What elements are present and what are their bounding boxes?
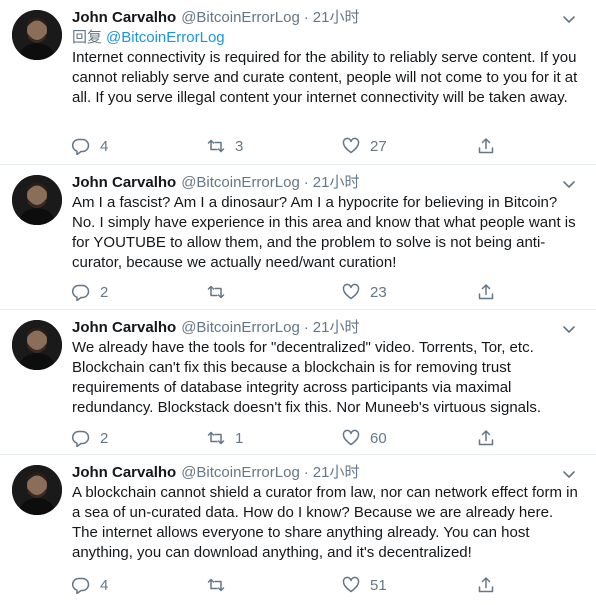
tweet-actions: 4 51 xyxy=(72,575,512,595)
separator: · xyxy=(303,174,309,191)
reply-button[interactable]: 2 xyxy=(72,429,116,447)
reply-count: 4 xyxy=(100,137,109,155)
retweet-button[interactable]: 3 xyxy=(207,137,251,155)
reply-button[interactable]: 2 xyxy=(72,283,116,301)
author-name[interactable]: John Carvalho xyxy=(72,318,176,338)
retweet-icon xyxy=(207,137,225,155)
tweet-actions: 2 23 xyxy=(72,282,512,302)
retweet-count: 1 xyxy=(235,429,244,447)
reply-count: 2 xyxy=(100,283,109,301)
retweet-button[interactable]: 1 xyxy=(207,429,251,447)
share-icon xyxy=(477,429,495,447)
tweet[interactable]: John Carvalho @BitcoinErrorLog · 21小时 回复… xyxy=(0,0,596,165)
heart-icon xyxy=(342,576,360,594)
tweet[interactable]: John Carvalho @BitcoinErrorLog · 21小时 Am… xyxy=(0,165,596,310)
like-button[interactable]: 60 xyxy=(342,429,387,447)
like-button[interactable]: 27 xyxy=(342,137,387,155)
avatar[interactable] xyxy=(12,320,62,370)
like-count: 23 xyxy=(370,283,387,301)
chevron-down-icon[interactable] xyxy=(560,175,578,193)
tweet-text: Am I a fascist? Am I a dinosaur? Am I a … xyxy=(72,194,576,271)
reply-icon xyxy=(72,283,90,301)
tweet[interactable]: John Carvalho @BitcoinErrorLog · 21小时 We… xyxy=(0,310,596,455)
author-handle[interactable]: @BitcoinErrorLog xyxy=(181,318,300,338)
reply-icon xyxy=(72,137,90,155)
avatar[interactable] xyxy=(12,10,62,60)
retweet-icon xyxy=(207,283,225,301)
retweet-count: 3 xyxy=(235,137,244,155)
like-button[interactable]: 51 xyxy=(342,576,387,594)
tweet-thread: John Carvalho @BitcoinErrorLog · 21小时 回复… xyxy=(0,0,596,605)
like-button[interactable]: 23 xyxy=(342,283,387,301)
share-button[interactable] xyxy=(477,283,495,301)
like-count: 27 xyxy=(370,137,387,155)
author-handle[interactable]: @BitcoinErrorLog xyxy=(181,173,300,193)
author-name[interactable]: John Carvalho xyxy=(72,463,176,483)
retweet-button[interactable] xyxy=(207,283,251,301)
heart-icon xyxy=(342,137,360,155)
avatar[interactable] xyxy=(12,465,62,515)
share-icon xyxy=(477,576,495,594)
retweet-button[interactable] xyxy=(207,576,251,594)
chevron-down-icon[interactable] xyxy=(560,465,578,483)
tweet-text: Internet connectivity is required for th… xyxy=(72,49,578,106)
reply-context: 回复 @BitcoinErrorLog xyxy=(72,28,582,48)
reply-mention-link[interactable]: @BitcoinErrorLog xyxy=(106,29,225,46)
reply-count: 4 xyxy=(100,576,109,594)
tweet-text: We already have the tools for "decentral… xyxy=(72,339,542,416)
reply-icon xyxy=(72,429,90,447)
retweet-icon xyxy=(207,429,225,447)
reply-count: 2 xyxy=(100,429,109,447)
chevron-down-icon[interactable] xyxy=(560,10,578,28)
author-name[interactable]: John Carvalho xyxy=(72,8,176,28)
separator: · xyxy=(303,9,309,26)
share-button[interactable] xyxy=(477,429,495,447)
share-icon xyxy=(477,283,495,301)
heart-icon xyxy=(342,283,360,301)
share-icon xyxy=(477,137,495,155)
like-count: 60 xyxy=(370,429,387,447)
author-name[interactable]: John Carvalho xyxy=(72,173,176,193)
heart-icon xyxy=(342,429,360,447)
tweet-actions: 4 3 27 xyxy=(72,136,512,156)
timestamp[interactable]: 21小时 xyxy=(313,173,360,193)
tweet-actions: 2 1 60 xyxy=(72,428,512,448)
timestamp[interactable]: 21小时 xyxy=(313,8,360,28)
retweet-icon xyxy=(207,576,225,594)
timestamp[interactable]: 21小时 xyxy=(313,318,360,338)
tweet-text: A blockchain cannot shield a curator fro… xyxy=(72,484,578,561)
separator: · xyxy=(303,464,309,481)
reply-prefix: 回复 xyxy=(72,29,103,46)
separator: · xyxy=(303,319,309,336)
author-handle[interactable]: @BitcoinErrorLog xyxy=(181,8,300,28)
reply-button[interactable]: 4 xyxy=(72,576,116,594)
tweet[interactable]: John Carvalho @BitcoinErrorLog · 21小时 A … xyxy=(0,455,596,605)
share-button[interactable] xyxy=(477,576,495,594)
chevron-down-icon[interactable] xyxy=(560,320,578,338)
timestamp[interactable]: 21小时 xyxy=(313,463,360,483)
share-button[interactable] xyxy=(477,137,495,155)
avatar[interactable] xyxy=(12,175,62,225)
like-count: 51 xyxy=(370,576,387,594)
reply-button[interactable]: 4 xyxy=(72,137,116,155)
author-handle[interactable]: @BitcoinErrorLog xyxy=(181,463,300,483)
reply-icon xyxy=(72,576,90,594)
